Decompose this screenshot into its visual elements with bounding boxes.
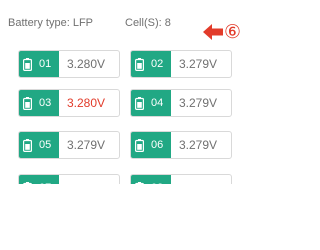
- cell-voltage: 3.280V: [67, 57, 106, 71]
- cell-index: 07: [39, 182, 51, 184]
- cell-index: 04: [151, 97, 164, 109]
- cell-badge: 03: [19, 90, 59, 116]
- cell-voltage-item[interactable]: 03 3.280V: [18, 89, 120, 117]
- cell-voltage: 3.279V: [179, 57, 218, 71]
- annotation-number: ⑥: [224, 20, 242, 43]
- cell-count-value: 8: [164, 17, 171, 29]
- cell-count: Cell(S): 8: [125, 17, 171, 29]
- battery-type: Battery type: LFP: [8, 17, 93, 29]
- battery-icon: [135, 96, 151, 110]
- battery-type-label: Battery type:: [8, 17, 70, 29]
- cell-voltage-item[interactable]: 08: [130, 174, 232, 184]
- battery-icon: [23, 181, 39, 184]
- cell-voltage-item[interactable]: 06 3.279V: [130, 131, 232, 159]
- cell-voltage-item[interactable]: 02 3.279V: [130, 50, 232, 78]
- cell-count-label: Cell(S):: [125, 17, 162, 29]
- battery-icon: [23, 96, 39, 110]
- battery-icon: [23, 138, 39, 152]
- cell-index: 06: [151, 139, 164, 151]
- cell-voltage-item[interactable]: 05 3.279V: [18, 131, 120, 159]
- battery-icon: [135, 57, 151, 71]
- cell-index: 05: [39, 139, 52, 151]
- cell-badge: 01: [19, 51, 59, 77]
- battery-icon: [135, 138, 151, 152]
- cell-index: 02: [151, 58, 164, 70]
- cell-badge: 07: [19, 175, 59, 184]
- battery-icon: [23, 57, 39, 71]
- cell-voltage-item[interactable]: 07: [18, 174, 120, 184]
- cell-badge: 04: [131, 90, 171, 116]
- cell-voltage: 3.280V: [67, 96, 106, 110]
- battery-icon: [135, 181, 151, 184]
- cell-index: 03: [39, 97, 52, 109]
- cell-voltage: 3.279V: [179, 138, 218, 152]
- cell-index: 01: [39, 58, 52, 70]
- cell-badge: 08: [131, 175, 171, 184]
- cell-badge: 05: [19, 132, 59, 158]
- annotation-marker: ⑥: [203, 20, 241, 44]
- app-screen: Battery type: LFP Cell(S): 8 ⑥ 01 3.280V…: [0, 0, 250, 184]
- cell-index: 08: [151, 182, 163, 184]
- cell-voltage: 3.279V: [67, 138, 106, 152]
- cell-badge: 02: [131, 51, 171, 77]
- battery-type-value: LFP: [72, 17, 94, 29]
- left-arrow-icon: [203, 22, 223, 42]
- cell-badge: 06: [131, 132, 171, 158]
- cell-voltage-item[interactable]: 04 3.279V: [130, 89, 232, 117]
- cell-voltage-item[interactable]: 01 3.280V: [18, 50, 120, 78]
- cell-voltage: 3.279V: [179, 96, 218, 110]
